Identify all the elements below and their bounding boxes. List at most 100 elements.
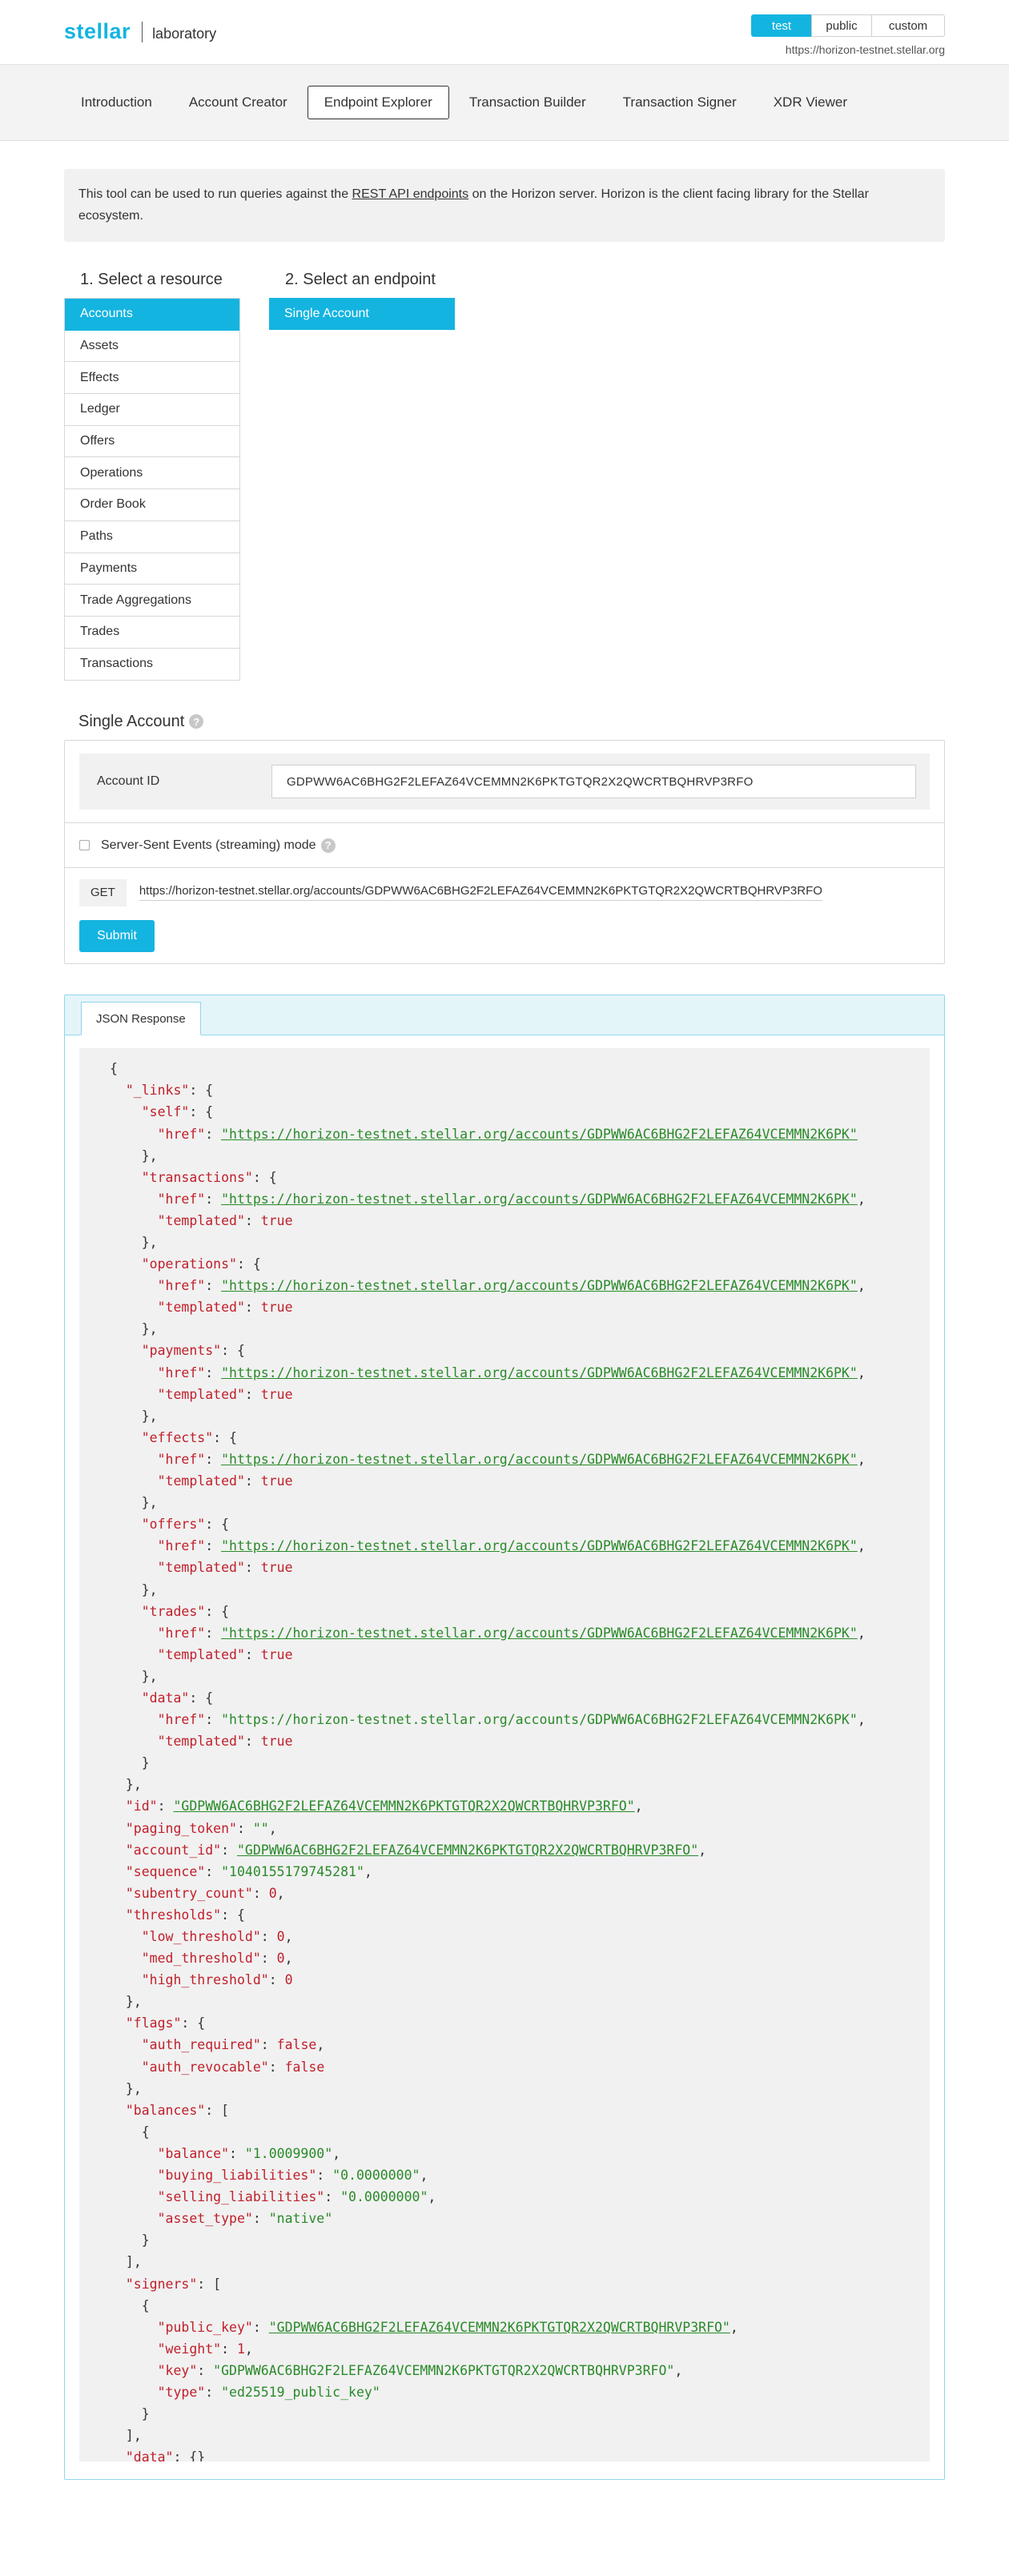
json-key: "href" <box>157 1191 206 1207</box>
json-link[interactable]: "https://horizon-testnet.stellar.org/acc… <box>221 1192 858 1207</box>
json-key: "href" <box>157 1712 206 1728</box>
json-link[interactable]: "https://horizon-testnet.stellar.org/acc… <box>221 1538 858 1553</box>
json-key: "thresholds" <box>125 1907 222 1923</box>
logo[interactable]: stellar laboratory <box>64 19 216 44</box>
json-boolean: false <box>284 2059 325 2075</box>
json-string: "ed25519_public_key" <box>221 2384 380 2400</box>
json-key: "sequence" <box>125 1863 206 1879</box>
json-key: "signers" <box>125 2276 198 2292</box>
json-link[interactable]: "https://horizon-testnet.stellar.org/acc… <box>221 1127 858 1142</box>
json-key: "self" <box>141 1104 190 1120</box>
json-string: "0.0000000" <box>340 2189 428 2205</box>
logo-main: stellar <box>64 19 131 43</box>
resource-item-effects[interactable]: Effects <box>65 362 239 395</box>
json-string: "0.0000000" <box>332 2168 420 2184</box>
resource-item-accounts[interactable]: Accounts <box>65 299 239 331</box>
resource-item-transactions[interactable]: Transactions <box>65 648 239 681</box>
network-public-button[interactable]: public <box>811 14 872 37</box>
request-form: Account ID GDPWW6AC6BHG2F2LEFAZ64VCEMMN2… <box>64 740 945 965</box>
json-string: "native" <box>268 2211 333 2227</box>
json-key: "buying_liabilities" <box>157 2168 317 2184</box>
json-key: "payments" <box>141 1343 222 1359</box>
json-key: "transactions" <box>141 1169 253 1185</box>
json-key: "href" <box>157 1625 206 1641</box>
resource-item-trade-aggregations[interactable]: Trade Aggregations <box>65 585 239 617</box>
main-nav: Introduction Account Creator Endpoint Ex… <box>0 64 1009 141</box>
json-key: "templated" <box>157 1300 245 1316</box>
json-key: "href" <box>157 1538 206 1554</box>
tab-json-response[interactable]: JSON Response <box>81 1002 201 1036</box>
json-link[interactable]: "https://horizon-testnet.stellar.org/acc… <box>221 1452 858 1467</box>
json-key: "operations" <box>141 1256 237 1272</box>
json-key: "key" <box>157 2362 198 2378</box>
json-link[interactable]: "https://horizon-testnet.stellar.org/acc… <box>221 1365 858 1380</box>
json-boolean: false <box>276 2037 317 2053</box>
main-content: This tool can be used to run queries aga… <box>64 169 945 2496</box>
network-test-button[interactable]: test <box>751 14 812 37</box>
json-link[interactable]: "GDPWW6AC6BHG2F2LEFAZ64VCEMMN2K6PKTGTQR2… <box>237 1843 698 1858</box>
json-link[interactable]: "GDPWW6AC6BHG2F2LEFAZ64VCEMMN2K6PKTGTQR2… <box>174 1798 635 1814</box>
logo-divider <box>142 21 143 42</box>
json-key: "effects" <box>141 1429 214 1445</box>
json-key: "weight" <box>157 2341 222 2357</box>
json-boolean: true <box>260 1560 293 1576</box>
json-string: "https://horizon-testnet.stellar.org/acc… <box>221 1712 858 1728</box>
resource-item-operations[interactable]: Operations <box>65 457 239 490</box>
json-key: "data" <box>125 2449 174 2462</box>
request-url[interactable]: https://horizon-testnet.stellar.org/acco… <box>139 884 822 902</box>
json-boolean: true <box>260 1386 293 1402</box>
resource-item-order-book[interactable]: Order Book <box>65 489 239 521</box>
json-string: "1.0009900" <box>244 2145 333 2161</box>
json-key: "templated" <box>157 1473 245 1489</box>
json-key: "auth_required" <box>141 2037 261 2053</box>
json-response-box: { "_links": { "self": { "href": "https:/… <box>79 1048 930 2462</box>
help-icon[interactable]: ? <box>189 714 204 729</box>
resource-item-payments[interactable]: Payments <box>65 553 239 585</box>
intro-text-before: This tool can be used to run queries aga… <box>78 187 352 201</box>
streaming-row: Server-Sent Events (streaming) mode ? <box>65 822 944 867</box>
resource-item-offers[interactable]: Offers <box>65 425 239 458</box>
nav-introduction[interactable]: Introduction <box>64 86 169 119</box>
streaming-checkbox[interactable] <box>79 840 90 851</box>
json-key: "offers" <box>141 1517 206 1533</box>
network-custom-button[interactable]: custom <box>871 14 945 37</box>
json-boolean: true <box>260 1473 293 1489</box>
json-key: "high_threshold" <box>141 1972 269 1988</box>
response-header: JSON Response <box>65 995 944 1036</box>
json-link[interactable]: "GDPWW6AC6BHG2F2LEFAZ64VCEMMN2K6PKTGTQR2… <box>269 2320 730 2335</box>
account-id-row: Account ID GDPWW6AC6BHG2F2LEFAZ64VCEMMN2… <box>79 754 930 810</box>
resource-column: 1. Select a resource Accounts Assets Eff… <box>64 271 240 681</box>
nav-account-creator[interactable]: Account Creator <box>172 86 304 119</box>
json-link[interactable]: "https://horizon-testnet.stellar.org/acc… <box>221 1626 858 1641</box>
json-key: "account_id" <box>125 1842 222 1858</box>
intro-notice: This tool can be used to run queries aga… <box>64 169 945 242</box>
endpoint-list: Single Account <box>269 298 455 330</box>
json-link[interactable]: "https://horizon-testnet.stellar.org/acc… <box>221 1278 858 1293</box>
nav-transaction-builder[interactable]: Transaction Builder <box>452 86 603 119</box>
json-key: "templated" <box>157 1386 245 1402</box>
nav-transaction-signer[interactable]: Transaction Signer <box>606 86 754 119</box>
nav-endpoint-explorer[interactable]: Endpoint Explorer <box>307 86 449 119</box>
resource-item-ledger[interactable]: Ledger <box>65 394 239 426</box>
json-string: "1040155179745281" <box>221 1863 364 1879</box>
nav-xdr-viewer[interactable]: XDR Viewer <box>757 86 864 119</box>
json-key: "med_threshold" <box>141 1951 261 1967</box>
horizon-url: https://horizon-testnet.stellar.org <box>785 43 945 56</box>
resource-item-trades[interactable]: Trades <box>65 616 239 649</box>
account-id-label: Account ID <box>97 774 160 789</box>
account-id-input[interactable]: GDPWW6AC6BHG2F2LEFAZ64VCEMMN2K6PKTGTQR2X… <box>271 765 916 799</box>
json-key: "selling_liabilities" <box>157 2189 325 2205</box>
logo-sub: laboratory <box>152 26 217 42</box>
resource-item-assets[interactable]: Assets <box>65 330 239 363</box>
json-key: "balance" <box>157 2145 230 2161</box>
bottom-spacer <box>64 2480 945 2496</box>
rest-api-link[interactable]: REST API endpoints <box>352 187 469 201</box>
json-string: "" <box>252 1820 269 1836</box>
json-key: "data" <box>141 1690 190 1706</box>
top-bar: stellar laboratory test public custom ht… <box>0 0 1009 64</box>
submit-button[interactable]: Submit <box>79 920 155 953</box>
resource-item-paths[interactable]: Paths <box>65 520 239 553</box>
endpoint-item-single-account[interactable]: Single Account <box>269 298 455 330</box>
streaming-help-icon[interactable]: ? <box>320 838 336 853</box>
json-key: "trades" <box>141 1603 206 1619</box>
